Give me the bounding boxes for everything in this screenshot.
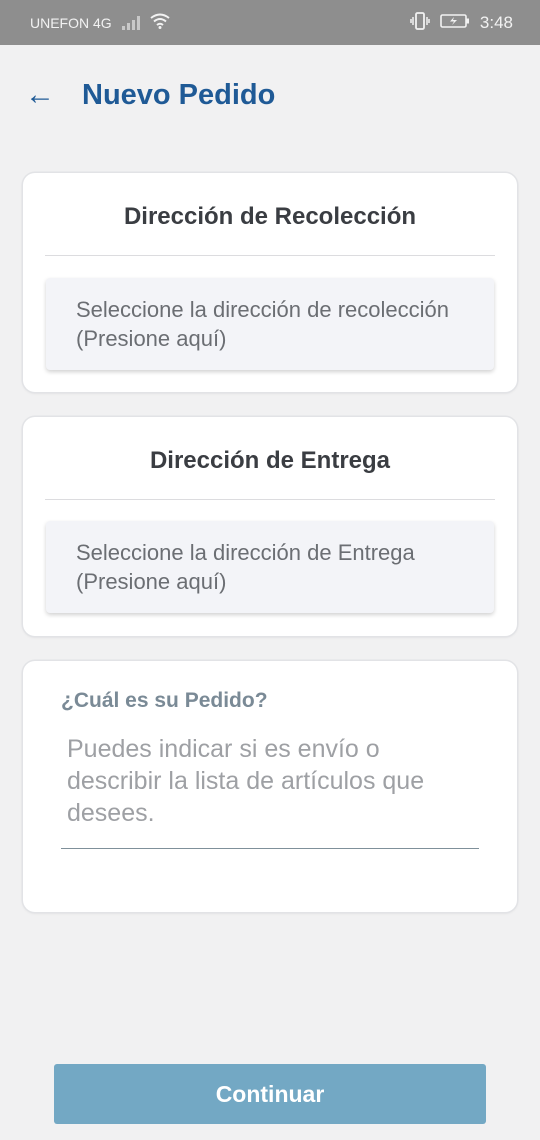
- wifi-icon: [150, 13, 170, 32]
- arrow-left-icon[interactable]: ←: [22, 80, 58, 111]
- pickup-prompt-line1: Seleccione la dirección de recolección: [76, 297, 449, 322]
- status-bar: UNEFON 4G 3:48: [0, 0, 540, 45]
- pickup-prompt-line2: (Presione aquí): [76, 326, 227, 351]
- order-details-card: ¿Cuál es su Pedido?: [23, 661, 517, 912]
- pickup-divider: [45, 255, 495, 256]
- pickup-address-selector[interactable]: Seleccione la dirección de recolección (…: [46, 278, 494, 370]
- status-time: 3:48: [479, 12, 513, 32]
- delivery-divider: [45, 499, 495, 500]
- delivery-prompt-line1: Seleccione la dirección de Entrega: [76, 540, 415, 565]
- delivery-address-title: Dirección de Entrega: [149, 447, 391, 474]
- order-label: ¿Cuál es su Pedido?: [61, 689, 268, 712]
- signal-icon: [121, 15, 140, 30]
- delivery-address-card: Dirección de Entrega Seleccione la direc…: [23, 417, 517, 636]
- delivery-address-selector[interactable]: Seleccione la dirección de Entrega (Pres…: [46, 521, 494, 613]
- pickup-address-card: Dirección de Recolección Seleccione la d…: [23, 173, 517, 392]
- delivery-prompt-line2: (Presione aquí): [76, 569, 227, 594]
- page-title: Nuevo Pedido: [82, 79, 276, 111]
- status-left: UNEFON 4G: [30, 13, 170, 32]
- status-right: 3:48: [410, 12, 513, 33]
- app-bar: ← Nuevo Pedido: [0, 45, 540, 150]
- continue-button[interactable]: Continuar: [54, 1064, 486, 1124]
- carrier-label: UNEFON 4G: [30, 14, 112, 31]
- vibrate-icon: [410, 12, 430, 33]
- battery-charging-icon: [440, 13, 470, 32]
- order-description-input[interactable]: [61, 733, 479, 849]
- pickup-address-title: Dirección de Recolección: [123, 203, 417, 230]
